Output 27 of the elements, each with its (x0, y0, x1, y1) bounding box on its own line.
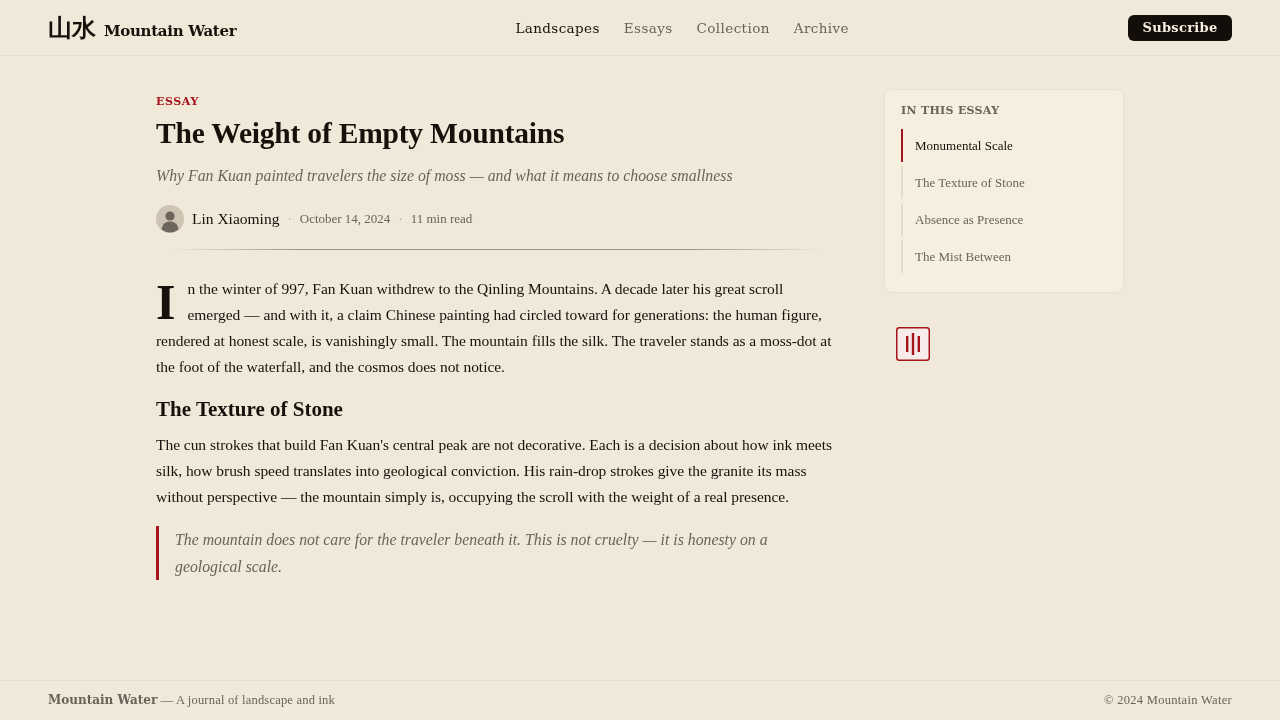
footer-tagline: Mountain Water — A journal of landscape and ink (48, 693, 335, 708)
toc-link[interactable]: The Mist Between (901, 240, 1107, 273)
article-title: The Weight of Empty Mountains (156, 116, 565, 151)
nav-link[interactable]: Essays (623, 19, 673, 36)
toc-link[interactable]: Monumental Scale (901, 129, 1107, 162)
meta-text: October 14, 2024 (299, 211, 391, 227)
three-bars-icon[interactable] (896, 327, 930, 361)
meta-text: 11 min read (410, 211, 473, 227)
toc-link[interactable]: The Texture of Stone (901, 166, 1107, 199)
body-paragraph: The cun strokes that build Fan Kuan's central peak are not decorative. Each is a decision about how ink meets silk, how brush speed translates into geological conviction. His rain-drop strokes give the granite its mass without perspective — the mountain simply is, occupying the scroll with the weight of a real presence. (156, 435, 833, 507)
pull-quote: The mountain does not care for the traveler beneath it. This is not cruelty — it is honesty on a geological scale. (156, 526, 836, 580)
toc-link[interactable]: Absence as Presence (901, 203, 1107, 236)
nav-link[interactable]: Archive (793, 19, 849, 36)
nav-link[interactable]: Landscapes (515, 19, 600, 36)
author-name: Lin Xiaoming (192, 210, 280, 228)
toc-heading: IN THIS ESSAY (901, 104, 1000, 118)
meta-separator: · (398, 211, 403, 227)
meta-separator: · (287, 211, 292, 227)
article-subtitle: Why Fan Kuan painted travelers the size of moss — and what it means to choose smallness (156, 166, 733, 187)
section-heading: The Texture of Stone (156, 396, 343, 423)
site-name: Mountain Water (104, 21, 237, 40)
person-icon (156, 205, 184, 233)
subscribe-button[interactable]: Subscribe (1128, 14, 1232, 41)
nav-link[interactable]: Collection (696, 19, 770, 36)
logo-mark: 山水 (48, 13, 96, 43)
category-label: ESSAY (156, 95, 199, 109)
copyright-text: © 2024 Mountain Water (1103, 693, 1232, 708)
